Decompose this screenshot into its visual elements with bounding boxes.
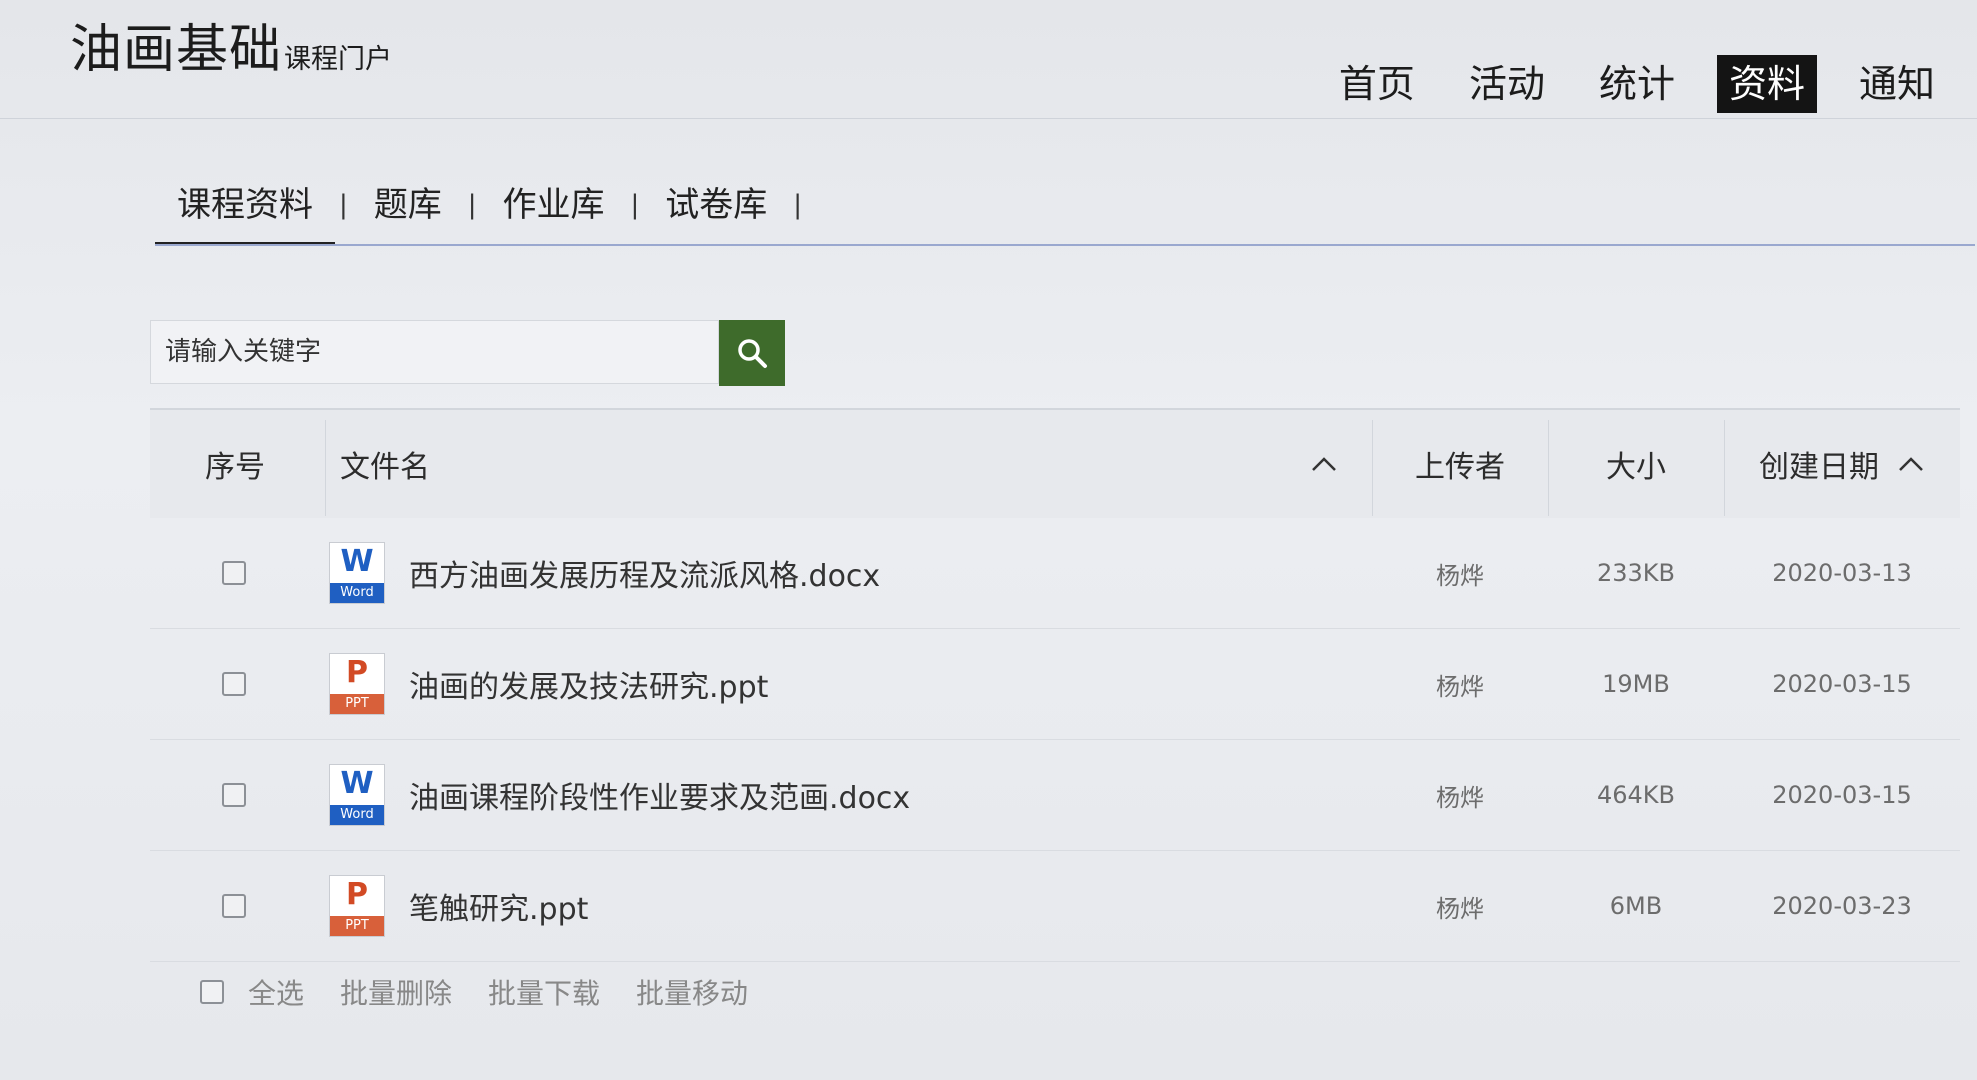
- tab-separator: |: [793, 190, 803, 220]
- top-nav: 首页 活动 统计 资料 通知: [1297, 55, 1947, 113]
- created-date-text: 2020-03-13: [1772, 559, 1912, 587]
- ppt-file-icon: P PPT: [325, 653, 389, 715]
- nav-materials[interactable]: 资料: [1716, 55, 1817, 113]
- row-checkbox[interactable]: [222, 672, 246, 696]
- file-size-text: 6MB: [1609, 892, 1663, 920]
- row-checkbox[interactable]: [222, 894, 246, 918]
- header-created[interactable]: 创建日期: [1724, 410, 1960, 518]
- header-index: 序号: [205, 450, 265, 485]
- file-size-text: 19MB: [1602, 670, 1670, 698]
- table-row[interactable]: P PPT 油画的发展及技法研究.ppt 杨烨 19MB 2020-03-15: [150, 629, 1960, 740]
- tab-course-materials[interactable]: 课程资料: [155, 170, 335, 246]
- brand-subtitle: 课程门户: [284, 44, 393, 75]
- brand: 油画基础 课程门户: [70, 20, 392, 80]
- nav-activity[interactable]: 活动: [1457, 55, 1557, 113]
- file-name-link[interactable]: 油画课程阶段性作业要求及范画.docx: [409, 773, 910, 817]
- brand-title: 油画基础: [70, 20, 283, 80]
- uploader-text: 杨烨: [1436, 783, 1484, 812]
- filename-sort[interactable]: [1310, 410, 1350, 518]
- header-filename[interactable]: 文件名: [340, 410, 1340, 518]
- file-size-text: 464KB: [1596, 781, 1675, 809]
- tabs-divider: [155, 244, 1975, 246]
- table-body: W Word 西方油画发展历程及流派风格.docx 杨烨 233KB 2020-03-13…: [150, 518, 1960, 962]
- uploader-text: 杨烨: [1436, 672, 1484, 701]
- table-row[interactable]: W Word 油画课程阶段性作业要求及范画.docx 杨烨 464KB 2020-03-1…: [150, 740, 1960, 851]
- file-table: 序号 文件名 上传者 大小 创建日期 W Word 西方油画发展历程及流派风格.…: [150, 408, 1960, 962]
- header-uploader[interactable]: 上传者: [1372, 410, 1548, 518]
- row-checkbox[interactable]: [222, 561, 246, 585]
- row-checkbox[interactable]: [222, 783, 246, 807]
- tab-question-bank[interactable]: 题库: [352, 170, 464, 240]
- batch-actions: 全选 批量删除 批量下载 批量移动: [200, 970, 784, 1014]
- word-file-icon: W Word: [325, 764, 389, 826]
- created-date-text: 2020-03-23: [1772, 892, 1912, 920]
- file-name-link[interactable]: 西方油画发展历程及流派风格.docx: [409, 551, 880, 595]
- uploader-text: 杨烨: [1436, 894, 1484, 923]
- search-bar: [150, 320, 785, 386]
- tab-separator: |: [467, 190, 477, 220]
- tab-homework-bank[interactable]: 作业库: [481, 170, 627, 240]
- search-button[interactable]: [719, 320, 785, 386]
- batch-move-button[interactable]: 批量移动: [636, 972, 748, 1012]
- select-all-checkbox[interactable]: [200, 980, 224, 1004]
- sub-tabs: 课程资料 | 题库 | 作业库 | 试卷库 |: [155, 170, 1975, 250]
- created-date-text: 2020-03-15: [1772, 670, 1912, 698]
- table-row[interactable]: W Word 西方油画发展历程及流派风格.docx 杨烨 233KB 2020-03-13: [150, 518, 1960, 629]
- nav-notifications[interactable]: 通知: [1847, 55, 1947, 113]
- file-size-text: 233KB: [1596, 559, 1675, 587]
- table-row[interactable]: P PPT 笔触研究.ppt 杨烨 6MB 2020-03-23: [150, 851, 1960, 962]
- batch-delete-button[interactable]: 批量删除: [340, 972, 452, 1012]
- created-date-text: 2020-03-15: [1772, 781, 1912, 809]
- search-icon: [738, 339, 768, 368]
- select-all-label[interactable]: 全选: [248, 972, 304, 1012]
- word-file-icon: W Word: [325, 542, 389, 604]
- tab-separator: |: [630, 190, 640, 220]
- file-name-link[interactable]: 笔触研究.ppt: [409, 884, 588, 928]
- tab-exam-bank[interactable]: 试卷库: [643, 170, 789, 240]
- search-input[interactable]: [150, 320, 720, 384]
- chevron-up-icon: [1899, 457, 1923, 471]
- batch-download-button[interactable]: 批量下载: [488, 972, 600, 1012]
- uploader-text: 杨烨: [1436, 561, 1484, 590]
- header: 油画基础 课程门户 首页 活动 统计 资料 通知: [0, 0, 1977, 119]
- file-name-link[interactable]: 油画的发展及技法研究.ppt: [409, 662, 768, 706]
- table-header: 序号 文件名 上传者 大小 创建日期: [150, 408, 1960, 518]
- nav-home[interactable]: 首页: [1327, 55, 1427, 113]
- nav-statistics[interactable]: 统计: [1587, 55, 1687, 113]
- chevron-up-icon: [1312, 457, 1336, 471]
- tab-separator: |: [339, 190, 348, 220]
- header-size[interactable]: 大小: [1548, 410, 1724, 518]
- page: 油画基础 课程门户 首页 活动 统计 资料 通知 课程资料 | 题库 | 作业库…: [0, 0, 1977, 1080]
- ppt-file-icon: P PPT: [325, 875, 389, 937]
